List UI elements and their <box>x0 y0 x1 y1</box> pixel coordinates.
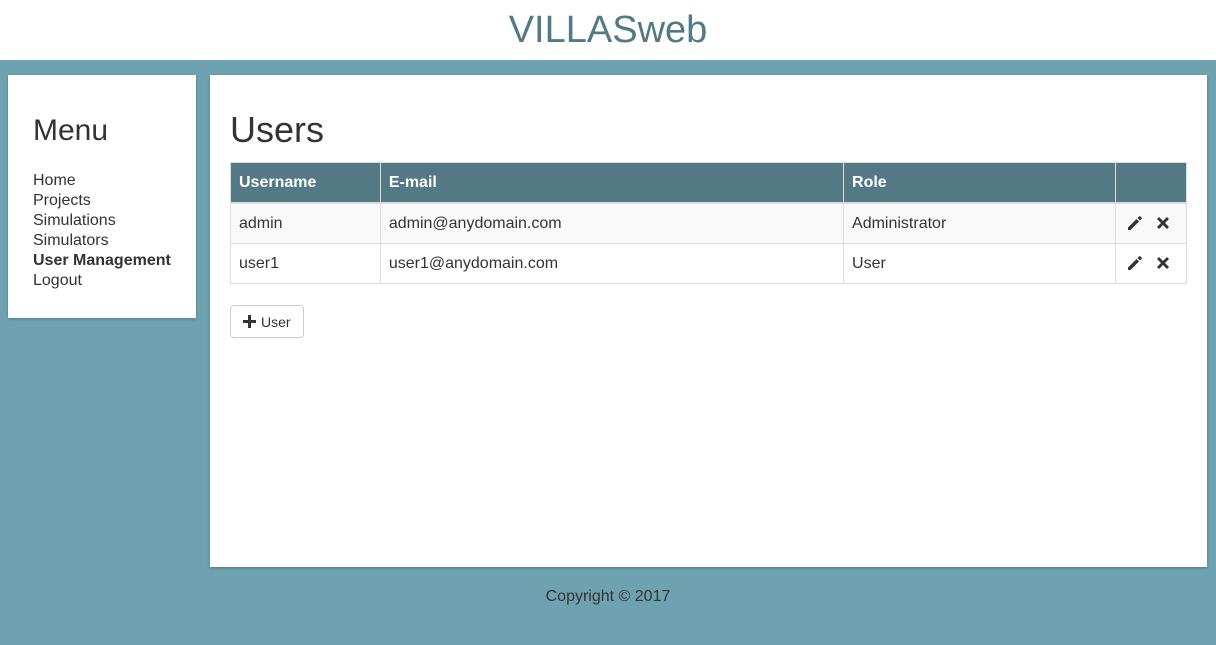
table-row: user1 user1@anydomain.com User <box>230 243 1188 284</box>
pencil-icon[interactable] <box>1126 254 1144 272</box>
menu-item-projects[interactable]: Projects <box>33 191 196 211</box>
app-title: VILLASweb <box>508 9 708 51</box>
add-user-button[interactable]: User <box>230 305 304 338</box>
table-row: admin admin@anydomain.com Administrator <box>230 202 1188 244</box>
close-icon[interactable] <box>1154 214 1172 232</box>
plus-icon <box>243 315 256 328</box>
menu-list: Home Projects Simulations Simulators Use… <box>33 171 196 291</box>
sidebar-menu: Menu Home Projects Simulations Simulator… <box>8 75 196 318</box>
add-user-button-label: User <box>261 313 291 330</box>
table-header-row: Username E-mail Role <box>230 162 1188 204</box>
copyright-text: Copyright © 2017 <box>545 588 671 605</box>
cell-username: user1 <box>230 243 381 284</box>
main-content: Users Username E-mail Role admin admin@a… <box>210 75 1207 567</box>
cell-actions <box>1114 202 1188 244</box>
menu-title: Menu <box>33 114 109 147</box>
column-header-role: Role <box>843 162 1116 204</box>
menu-item-home[interactable]: Home <box>33 171 196 191</box>
pencil-icon[interactable] <box>1126 214 1144 232</box>
menu-item-simulations[interactable]: Simulations <box>33 211 196 231</box>
column-header-username: Username <box>230 162 381 204</box>
column-header-email: E-mail <box>379 162 845 204</box>
cell-role: User <box>843 243 1116 284</box>
menu-item-user-management[interactable]: User Management <box>33 251 196 271</box>
column-header-actions <box>1114 162 1188 204</box>
page-title: Users <box>230 109 325 150</box>
footer: Copyright © 2017 <box>0 588 1216 606</box>
menu-item-simulators[interactable]: Simulators <box>33 231 196 251</box>
cell-actions <box>1114 243 1188 284</box>
cell-email: user1@anydomain.com <box>379 243 845 284</box>
users-table: Username E-mail Role admin admin@anydoma… <box>230 162 1188 284</box>
menu-item-logout[interactable]: Logout <box>33 271 196 291</box>
cell-email: admin@anydomain.com <box>379 202 845 244</box>
app-header: VILLASweb <box>0 0 1216 60</box>
close-icon[interactable] <box>1154 254 1172 272</box>
cell-username: admin <box>230 202 381 244</box>
cell-role: Administrator <box>843 202 1116 244</box>
